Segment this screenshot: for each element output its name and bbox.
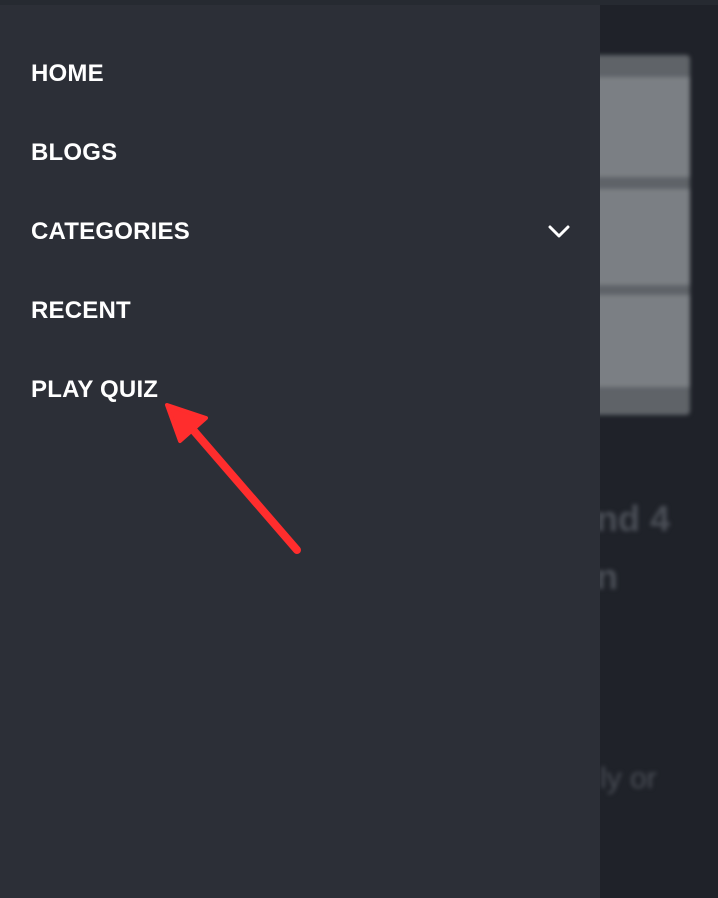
menu-item-label: BLOGS xyxy=(31,139,118,166)
background-image-card xyxy=(592,55,690,415)
screen: nd 4 n ly or HOME BLOGS CATEGORIES RECEN… xyxy=(0,0,718,898)
menu-item-label: RECENT xyxy=(31,297,131,324)
background-card-row xyxy=(592,77,690,177)
menu-item-label: HOME xyxy=(31,60,104,87)
background-heading-fragment: nd 4 xyxy=(596,498,671,539)
chevron-down-icon[interactable] xyxy=(546,219,572,245)
background-body-fragment: ly or xyxy=(600,762,657,795)
navigation-drawer: HOME BLOGS CATEGORIES RECENT PLAY QUIZ xyxy=(0,5,600,898)
menu-item-label: CATEGORIES xyxy=(31,218,190,245)
menu-item-play-quiz[interactable]: PLAY QUIZ xyxy=(31,370,572,410)
background-card-row xyxy=(592,189,690,285)
menu-item-blogs[interactable]: BLOGS xyxy=(31,133,572,173)
menu-item-categories[interactable]: CATEGORIES xyxy=(31,212,572,252)
menu-item-home[interactable]: HOME xyxy=(31,54,572,94)
menu-item-label: PLAY QUIZ xyxy=(31,376,159,403)
menu-item-recent[interactable]: RECENT xyxy=(31,291,572,331)
background-card-row xyxy=(592,295,690,387)
